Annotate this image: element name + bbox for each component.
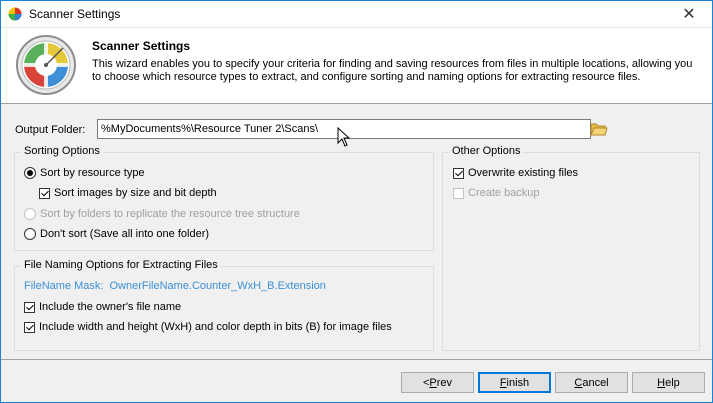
radio-selected-icon	[24, 167, 36, 179]
header-title: Scanner Settings	[92, 39, 191, 53]
file-naming-options-title: File Naming Options for Extracting Files	[21, 259, 221, 271]
checkbox-unchecked-icon	[453, 187, 464, 199]
radio-unselected-icon	[24, 208, 36, 220]
prev-button[interactable]: < Prev	[401, 372, 474, 393]
wizard-header: Scanner Settings This wizard enables you…	[1, 28, 712, 104]
output-folder-label: Output Folder:	[15, 124, 86, 136]
radio-unselected-icon	[24, 228, 36, 240]
sorting-options-title: Sorting Options	[21, 145, 103, 157]
app-icon	[8, 7, 22, 21]
cancel-button[interactable]: Cancel	[555, 372, 628, 393]
include-width-height-checkbox[interactable]: Include width and height (WxH) and color…	[24, 321, 392, 333]
include-owner-file-name-checkbox[interactable]: Include the owner's file name	[24, 301, 181, 313]
filename-mask-value: OwnerFileName.Counter_WxH_B.Extension	[109, 280, 326, 292]
overwrite-existing-files-checkbox[interactable]: Overwrite existing files	[453, 167, 578, 179]
close-button[interactable]: ✕	[666, 1, 712, 27]
finish-button[interactable]: Finish	[478, 372, 551, 393]
window-title: Scanner Settings	[29, 7, 121, 21]
wizard-footer: < Prev Finish Cancel Help	[1, 360, 712, 402]
checkbox-checked-icon	[453, 167, 464, 179]
help-button[interactable]: Help	[632, 372, 705, 393]
sort-images-by-size-checkbox[interactable]: Sort images by size and bit depth	[39, 187, 217, 199]
other-options-title: Other Options	[449, 145, 524, 157]
other-options-group: Other Options	[442, 145, 700, 351]
mouse-cursor-icon	[337, 127, 351, 147]
close-icon: ✕	[682, 6, 696, 23]
folder-browse-icon[interactable]	[590, 121, 608, 137]
dont-sort-radio[interactable]: Don't sort (Save all into one folder)	[24, 228, 209, 240]
scanner-logo-icon	[16, 35, 76, 95]
scanner-settings-window: Scanner Settings ✕ Scanner Settings This…	[0, 0, 713, 403]
filename-mask: FileName Mask: OwnerFileName.Counter_WxH_…	[24, 280, 326, 292]
sort-by-folders-radio: Sort by folders to replicate the resourc…	[24, 208, 300, 220]
checkbox-checked-icon	[24, 321, 35, 333]
checkbox-checked-icon	[39, 187, 50, 199]
title-bar: Scanner Settings ✕	[1, 1, 712, 28]
create-backup-checkbox: Create backup	[453, 187, 540, 199]
filename-mask-label: FileName Mask:	[24, 280, 104, 292]
checkbox-checked-icon	[24, 301, 35, 313]
sort-by-resource-type-radio[interactable]: Sort by resource type	[24, 167, 145, 179]
header-description: This wizard enables you to specify your …	[92, 58, 693, 83]
